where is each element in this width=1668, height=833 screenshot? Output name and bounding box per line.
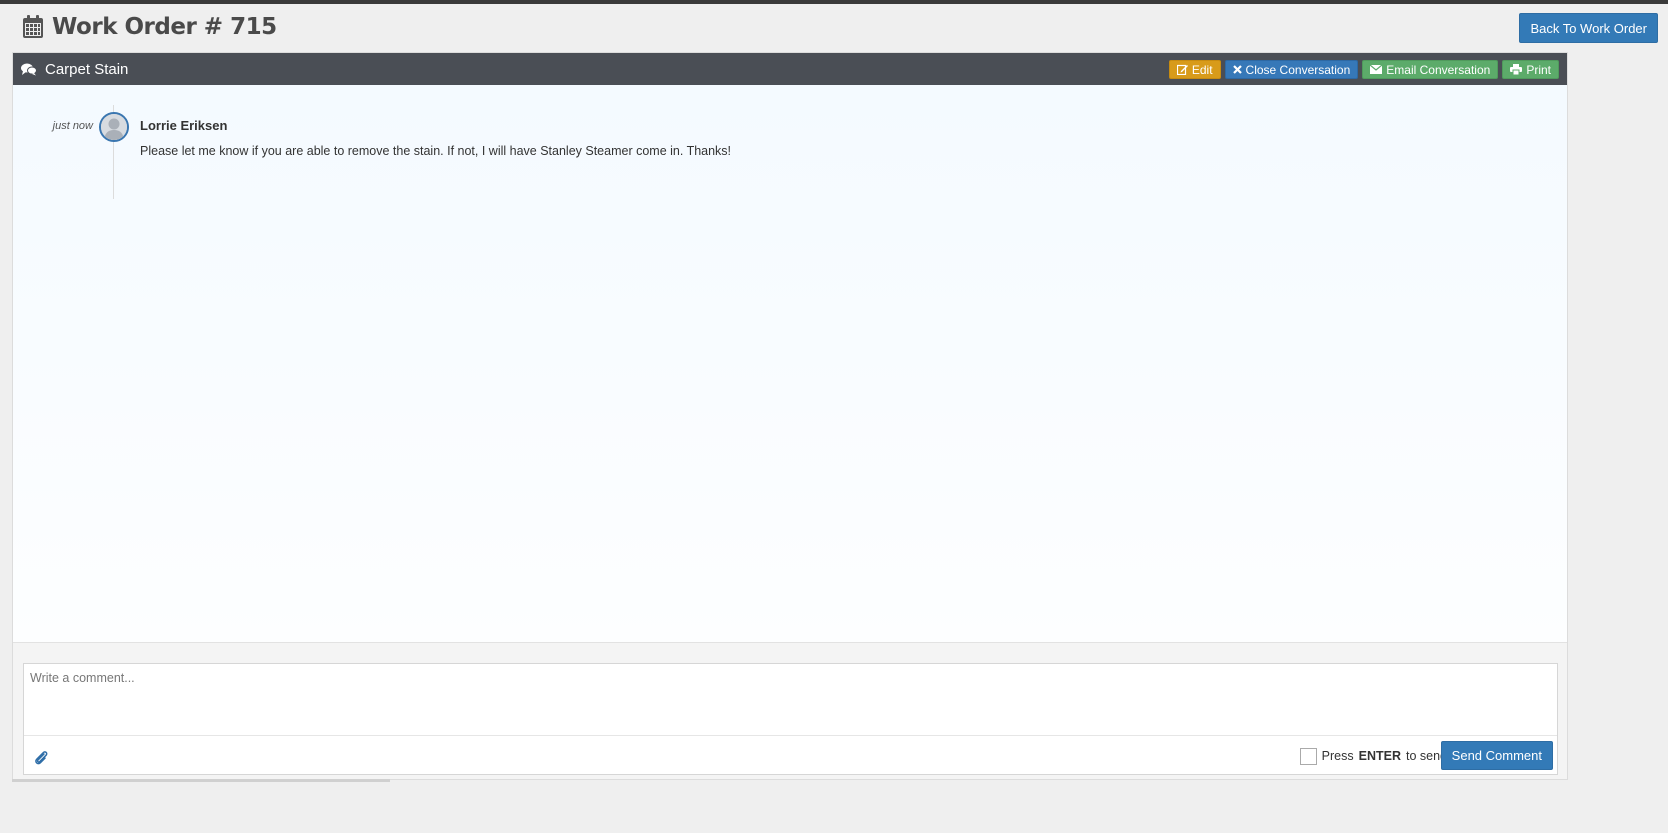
avatar <box>99 112 129 142</box>
enter-key-label: ENTER <box>1358 749 1401 763</box>
print-label: Print <box>1526 62 1551 77</box>
composer-footer: Press ENTER to send Send Comment <box>24 735 1557 775</box>
enter-to-send-toggle: Press ENTER to send <box>1299 746 1447 766</box>
calendar-icon <box>23 15 43 38</box>
close-conversation-button[interactable]: Close Conversation <box>1224 60 1359 79</box>
paperclip-icon[interactable] <box>33 748 49 766</box>
conversation-title: Carpet Stain <box>21 53 128 85</box>
email-conversation-label: Email Conversation <box>1386 62 1491 77</box>
print-icon <box>1510 64 1523 75</box>
horizontal-scrollbar[interactable] <box>12 779 390 782</box>
edit-label: Edit <box>1191 62 1213 77</box>
message-author: Lorrie Eriksen <box>140 118 228 133</box>
page-title-text: Work Order # 715 <box>52 14 277 40</box>
comment-input[interactable] <box>24 664 1557 734</box>
press-label: Press <box>1321 749 1354 763</box>
message-timestamp: just now <box>52 120 93 132</box>
page-title: Work Order # 715 <box>22 12 277 42</box>
comment-composer: Press ENTER to send Send Comment <box>23 663 1558 775</box>
conversation-header: Carpet Stain Edit Close Conversation Ema… <box>13 53 1567 85</box>
send-comment-button[interactable]: Send Comment <box>1440 741 1553 770</box>
envelope-icon <box>1370 65 1383 74</box>
close-conversation-label: Close Conversation <box>1245 62 1351 77</box>
conversation-actions: Edit Close Conversation Email Conversati… <box>1168 60 1559 79</box>
user-silhouette-icon <box>101 114 127 140</box>
comments-icon <box>21 63 37 75</box>
close-icon <box>1232 65 1242 74</box>
page-header: Work Order # 715 Back To Work Order <box>0 4 1668 52</box>
conversation-thread: just now Lorrie Eriksen Please let me kn… <box>13 85 1567 643</box>
enter-to-send-checkbox[interactable] <box>1299 747 1317 765</box>
message-text: Please let me know if you are able to re… <box>140 144 732 158</box>
email-conversation-button[interactable]: Email Conversation <box>1362 60 1499 79</box>
conversation-title-text: Carpet Stain <box>45 60 129 78</box>
conversation-panel: Carpet Stain Edit Close Conversation Ema… <box>12 52 1568 780</box>
print-button[interactable]: Print <box>1502 60 1559 79</box>
edit-button[interactable]: Edit <box>1168 60 1221 79</box>
edit-icon <box>1176 64 1188 75</box>
back-to-work-order-button[interactable]: Back To Work Order <box>1519 13 1658 43</box>
